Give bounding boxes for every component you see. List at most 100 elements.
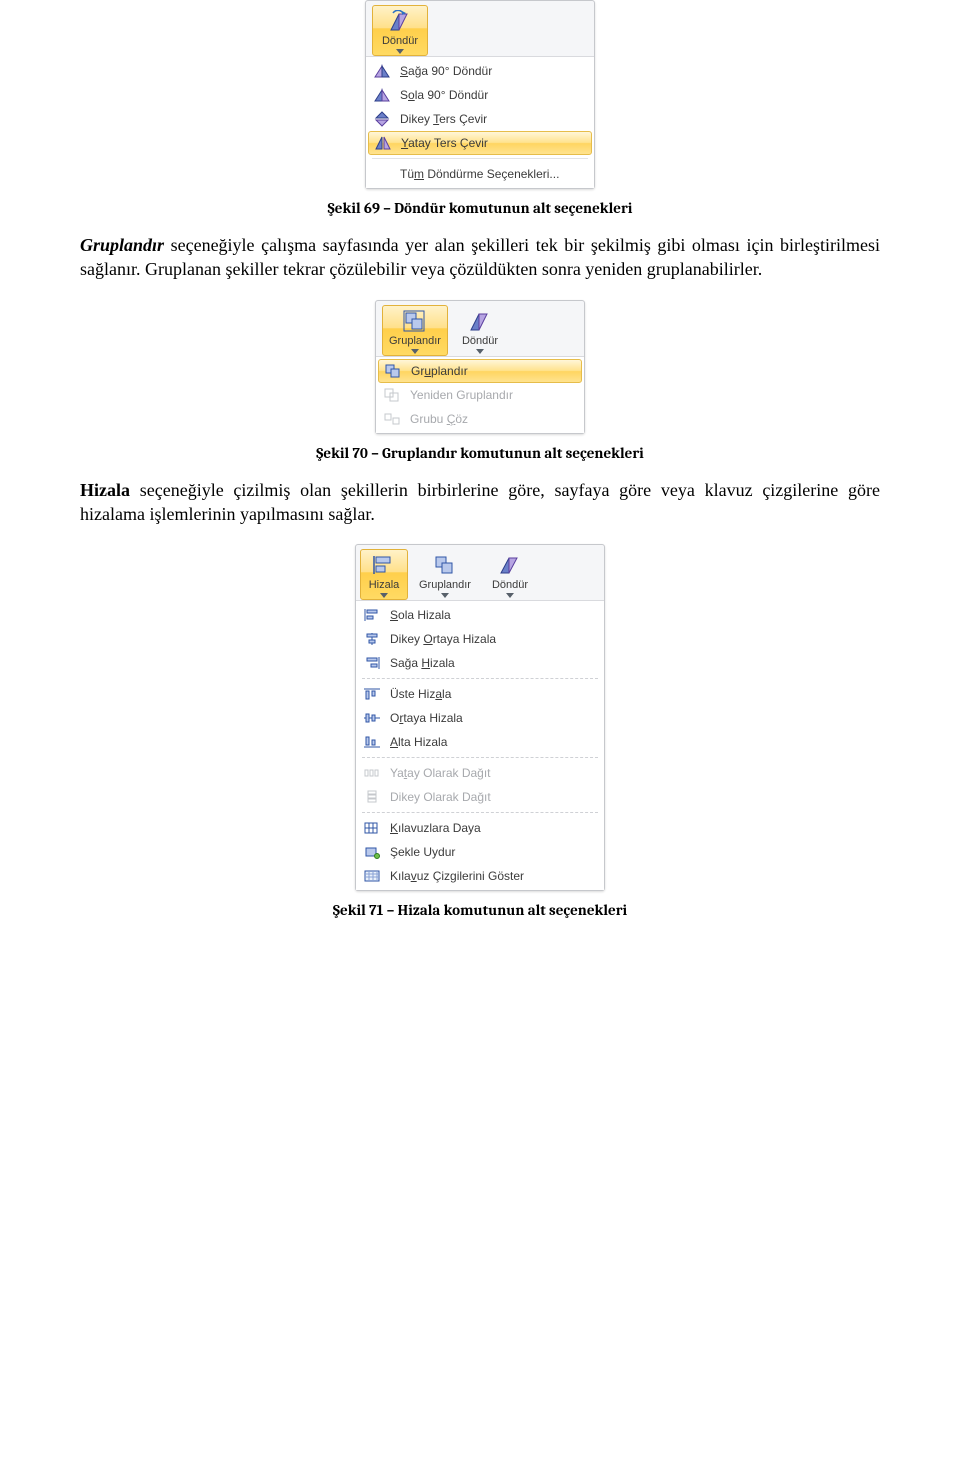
rotate-right-icon [372, 62, 392, 80]
align-button-label: Hizala [369, 579, 400, 591]
menu-item-label: Yatay Olarak Dağıt [390, 766, 592, 780]
group-icon [401, 309, 429, 333]
group-button[interactable]: Gruplandır [412, 549, 478, 600]
align-right-icon [362, 654, 382, 672]
menu-item-distribute-horizontal: Yatay Olarak Dağıt [356, 761, 604, 785]
snap-shape-icon [362, 843, 382, 861]
menu-item-label: Tüm Döndürme Seçenekleri... [400, 167, 582, 181]
group-button-label: Gruplandır [419, 579, 471, 591]
menu-item-label: Grubu Çöz [410, 412, 572, 426]
paragraph-align: Hizala seçeneğiyle çizilmiş olan şekille… [80, 478, 880, 527]
menu-item-rotate-left[interactable]: Sola 90° Döndür [366, 83, 594, 107]
align-button[interactable]: Hizala [360, 549, 408, 600]
menu-item-align-center-vertical[interactable]: Dikey Ortaya Hizala [356, 627, 604, 651]
menu-item-distribute-vertical: Dikey Olarak Dağıt [356, 785, 604, 809]
menu-item-label: Ortaya Hizala [390, 711, 592, 725]
figure-caption-70: Şekil 70 – Gruplandır komutunun alt seçe… [80, 444, 880, 462]
menu-item-label: Kılavuzlara Daya [390, 821, 592, 835]
align-middle-icon [362, 709, 382, 727]
rotate-button-label: Döndür [462, 335, 498, 347]
rotate-button[interactable]: Döndür [372, 5, 428, 56]
blank-icon [372, 165, 392, 183]
flip-horizontal-icon [373, 134, 393, 152]
lead-word: Hizala [80, 480, 130, 500]
rotate-dropdown-card: Döndür Sağa 90° Döndür Sola 90° Döndür [365, 0, 595, 189]
rotate-menu: Sağa 90° Döndür Sola 90° Döndür Dikey Te… [366, 56, 594, 188]
menu-item-label: Üste Hizala [390, 687, 592, 701]
menu-item-align-middle[interactable]: Ortaya Hizala [356, 706, 604, 730]
dropdown-caret-icon [441, 593, 449, 598]
menu-item-align-left[interactable]: Sola Hizala [356, 603, 604, 627]
gridlines-icon [362, 867, 382, 885]
align-menu: Sola Hizala Dikey Ortaya Hizala Sağa Hiz… [356, 600, 604, 890]
menu-item-label: Alta Hizala [390, 735, 592, 749]
menu-item-align-top[interactable]: Üste Hizala [356, 682, 604, 706]
dropdown-caret-icon [380, 593, 388, 598]
menu-item-label: Yeniden Gruplandır [410, 388, 572, 402]
menu-separator [372, 158, 588, 159]
menu-item-label: Gruplandır [411, 364, 571, 378]
menu-item-label: Şekle Uydur [390, 845, 592, 859]
align-icon [370, 553, 398, 577]
menu-item-show-gridlines[interactable]: Kılavuz Çizgilerini Göster [356, 864, 604, 888]
menu-item-label: Dikey Ortaya Hizala [390, 632, 592, 646]
menu-item-align-bottom[interactable]: Alta Hizala [356, 730, 604, 754]
menu-item-label: Sağa Hizala [390, 656, 592, 670]
group-icon [431, 553, 459, 577]
snap-grid-icon [362, 819, 382, 837]
rotate-icon [386, 9, 414, 33]
menu-item-rotate-right[interactable]: Sağa 90° Döndür [366, 59, 594, 83]
menu-item-snap-to-grid[interactable]: Kılavuzlara Daya [356, 816, 604, 840]
rotate-button[interactable]: Döndür [482, 549, 538, 600]
regroup-icon [382, 386, 402, 404]
menu-separator [362, 678, 598, 679]
group-icon-small [383, 362, 403, 380]
group-button-label: Gruplandır [389, 335, 441, 347]
rotate-button-label: Döndür [382, 35, 418, 47]
menu-item-label: Yatay Ters Çevir [401, 136, 581, 150]
rotate-button-small[interactable]: Döndür [452, 305, 508, 356]
dropdown-caret-icon [506, 593, 514, 598]
menu-item-label: Sola 90° Döndür [400, 88, 582, 102]
paragraph-text: seçeneğiyle çizilmiş olan şekillerin bir… [80, 480, 880, 524]
align-bottom-icon [362, 733, 382, 751]
menu-item-ungroup: Grubu Çöz [376, 407, 584, 431]
menu-item-align-right[interactable]: Sağa Hizala [356, 651, 604, 675]
rotate-icon [496, 553, 524, 577]
distribute-vertical-icon [362, 788, 382, 806]
align-top-icon [362, 685, 382, 703]
menu-item-regroup: Yeniden Gruplandır [376, 383, 584, 407]
menu-item-more-rotation[interactable]: Tüm Döndürme Seçenekleri... [366, 162, 594, 186]
distribute-horizontal-icon [362, 764, 382, 782]
group-button[interactable]: Gruplandır [382, 305, 448, 356]
dropdown-caret-icon [396, 49, 404, 54]
lead-word: Gruplandır [80, 235, 164, 255]
menu-item-snap-to-shape[interactable]: Şekle Uydur [356, 840, 604, 864]
menu-item-flip-vertical[interactable]: Dikey Ters Çevir [366, 107, 594, 131]
ungroup-icon [382, 410, 402, 428]
figure-caption-69: Şekil 69 – Döndür komutunun alt seçenekl… [80, 199, 880, 217]
dropdown-caret-icon [411, 349, 419, 354]
dropdown-caret-icon [476, 349, 484, 354]
align-dropdown-card: Hizala Gruplandır Döndür Sola [355, 544, 605, 891]
menu-separator [362, 757, 598, 758]
group-menu: Gruplandır Yeniden Gruplandır Grubu Çöz [376, 356, 584, 433]
menu-item-label: Dikey Olarak Dağıt [390, 790, 592, 804]
menu-item-label: Kılavuz Çizgilerini Göster [390, 869, 592, 883]
flip-vertical-icon [372, 110, 392, 128]
menu-separator [362, 812, 598, 813]
rotate-button-label: Döndür [492, 579, 528, 591]
menu-item-label: Sola Hizala [390, 608, 592, 622]
group-dropdown-card: Gruplandır Döndür Gruplandır [375, 300, 585, 434]
menu-item-label: Dikey Ters Çevir [400, 112, 582, 126]
menu-item-flip-horizontal[interactable]: Yatay Ters Çevir [368, 131, 592, 155]
align-left-icon [362, 606, 382, 624]
paragraph-text: seçeneğiyle çalışma sayfasında yer alan … [80, 235, 880, 279]
menu-item-group[interactable]: Gruplandır [378, 359, 582, 383]
rotate-left-icon [372, 86, 392, 104]
menu-item-label: Sağa 90° Döndür [400, 64, 582, 78]
align-center-vertical-icon [362, 630, 382, 648]
rotate-icon [466, 309, 494, 333]
paragraph-group: Gruplandır seçeneğiyle çalışma sayfasınd… [80, 233, 880, 282]
figure-caption-71: Şekil 71 – Hizala komutunun alt seçenekl… [80, 901, 880, 919]
